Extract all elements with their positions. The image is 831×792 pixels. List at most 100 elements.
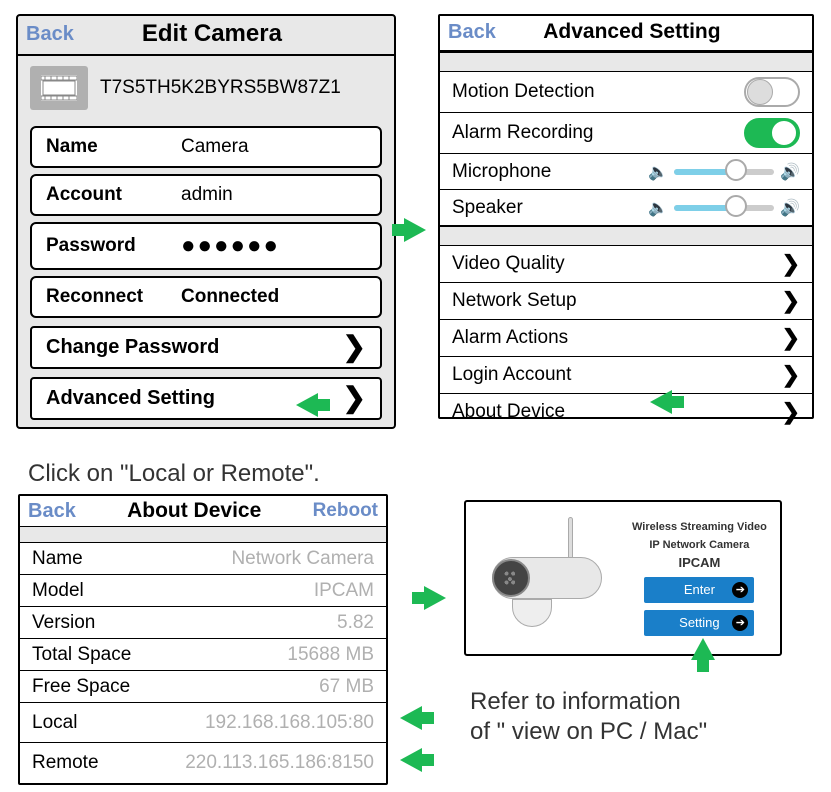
login-account-row[interactable]: Login Account ❯ [440, 357, 812, 394]
motion-detection-label: Motion Detection [452, 81, 595, 103]
setting-button[interactable]: Setting ➔ [644, 610, 754, 636]
divider [20, 527, 386, 543]
alarm-actions-row[interactable]: Alarm Actions ❯ [440, 320, 812, 357]
arrow-right-icon [424, 586, 446, 610]
microphone-slider[interactable]: 🔈 🔊 [648, 162, 800, 182]
reconnect-field[interactable]: Reconnect Connected [30, 276, 382, 318]
p3-total-space-row: Total Space 15688 MB [20, 639, 386, 671]
video-quality-row[interactable]: Video Quality ❯ [440, 246, 812, 283]
panel-about-device: Back About Device Reboot Name Network Ca… [18, 494, 388, 785]
reconnect-value: Connected [181, 286, 279, 308]
panel3-header: Back About Device Reboot [20, 496, 386, 527]
motion-detection-row[interactable]: Motion Detection [440, 72, 812, 113]
chevron-right-icon: ❯ [782, 325, 800, 351]
p3-total-space-value: 15688 MB [287, 644, 374, 666]
p3-free-space-label: Free Space [32, 676, 130, 698]
arrow-right-icon: ➔ [732, 615, 748, 631]
arrow-up-icon [691, 638, 715, 660]
chevron-right-icon: ❯ [343, 387, 366, 409]
p3-remote-row[interactable]: Remote 220.113.165.186:8150 [20, 743, 386, 783]
chevron-right-icon: ❯ [343, 336, 366, 358]
p3-remote-label: Remote [32, 752, 99, 774]
p3-version-label: Version [32, 612, 95, 634]
arrow-right-icon: ➔ [732, 582, 748, 598]
arrow-left-icon [400, 706, 422, 730]
name-field[interactable]: Name Camera [30, 126, 382, 168]
video-quality-label: Video Quality [452, 253, 565, 275]
p3-model-label: Model [32, 580, 84, 602]
back-button[interactable]: Back [448, 21, 496, 44]
motion-detection-toggle[interactable] [744, 77, 800, 107]
divider [440, 226, 812, 246]
device-id-text: T7S5TH5K2BYRS5BW87Z1 [100, 77, 341, 99]
chevron-right-icon: ❯ [782, 362, 800, 388]
film-icon [30, 66, 88, 110]
camera-illustration [474, 513, 624, 643]
account-field[interactable]: Account admin [30, 174, 382, 216]
panel1-header: Back Edit Camera [18, 16, 394, 56]
p3-name-row: Name Network Camera [20, 543, 386, 575]
arrow-left-icon [296, 393, 318, 417]
panel2-header: Back Advanced Setting [440, 16, 812, 52]
p3-model-row: Model IPCAM [20, 575, 386, 607]
speaker-slider[interactable]: 🔈 🔊 [648, 198, 800, 218]
alarm-recording-row[interactable]: Alarm Recording [440, 113, 812, 154]
enter-button[interactable]: Enter ➔ [644, 577, 754, 603]
advanced-setting-label: Advanced Setting [46, 387, 215, 410]
volume-high-icon: 🔊 [780, 162, 800, 182]
change-password-row[interactable]: Change Password ❯ [30, 326, 382, 369]
alarm-recording-label: Alarm Recording [452, 122, 594, 144]
name-label: Name [46, 136, 181, 158]
instruction-text: Click on "Local or Remote". [28, 460, 320, 488]
volume-high-icon: 🔊 [780, 198, 800, 218]
p3-local-row[interactable]: Local 192.168.168.105:80 [20, 703, 386, 743]
arrow-left-icon [650, 390, 672, 414]
panel2-title: Advanced Setting [496, 20, 768, 44]
panel-device-preview: Wireless Streaming Video IP Network Came… [464, 500, 782, 656]
p3-local-value: 192.168.168.105:80 [205, 712, 374, 734]
password-field[interactable]: Password ●●●●●● [30, 222, 382, 270]
p3-version-row: Version 5.82 [20, 607, 386, 639]
instruction-text-2b: of " view on PC / Mac" [470, 718, 707, 746]
p3-free-space-value: 67 MB [319, 676, 374, 698]
network-setup-label: Network Setup [452, 290, 577, 312]
speaker-row[interactable]: Speaker 🔈 🔊 [440, 190, 812, 226]
p3-local-label: Local [32, 712, 77, 734]
device-model: IPCAM [678, 555, 720, 570]
name-value: Camera [181, 136, 249, 158]
instruction-text-2a: Refer to information [470, 688, 681, 716]
p3-name-label: Name [32, 548, 83, 570]
login-account-label: Login Account [452, 364, 571, 386]
p3-model-value: IPCAM [314, 580, 374, 602]
device-info-block: Wireless Streaming Video IP Network Came… [632, 520, 767, 636]
network-setup-row[interactable]: Network Setup ❯ [440, 283, 812, 320]
about-device-row[interactable]: About Device ❯ [440, 394, 812, 430]
divider [440, 52, 812, 72]
chevron-right-icon: ❯ [782, 399, 800, 425]
microphone-row[interactable]: Microphone 🔈 🔊 [440, 154, 812, 190]
speaker-label: Speaker [452, 197, 523, 219]
about-device-label: About Device [452, 401, 565, 423]
account-label: Account [46, 184, 181, 206]
microphone-label: Microphone [452, 161, 551, 183]
alarm-recording-toggle[interactable] [744, 118, 800, 148]
account-value: admin [181, 184, 233, 206]
p3-free-space-row: Free Space 67 MB [20, 671, 386, 703]
p3-remote-value: 220.113.165.186:8150 [185, 752, 374, 774]
panel3-title: About Device [76, 499, 313, 523]
volume-low-icon: 🔈 [648, 198, 668, 218]
chevron-right-icon: ❯ [782, 251, 800, 277]
panel1-title: Edit Camera [74, 20, 350, 48]
reboot-button[interactable]: Reboot [313, 500, 378, 522]
alarm-actions-label: Alarm Actions [452, 327, 568, 349]
device-title-1: Wireless Streaming Video [632, 520, 767, 534]
back-button[interactable]: Back [28, 500, 76, 523]
arrow-right-icon [404, 218, 426, 242]
back-button[interactable]: Back [26, 23, 74, 46]
panel-edit-camera: Back Edit Camera T7S5TH5K2BYRS5BW87Z1 Na… [16, 14, 396, 429]
panel-advanced-setting: Back Advanced Setting Motion Detection A… [438, 14, 814, 419]
device-title-2: IP Network Camera [649, 538, 749, 552]
enter-button-label: Enter [684, 582, 715, 597]
p3-total-space-label: Total Space [32, 644, 131, 666]
device-id-row: T7S5TH5K2BYRS5BW87Z1 [18, 56, 394, 120]
